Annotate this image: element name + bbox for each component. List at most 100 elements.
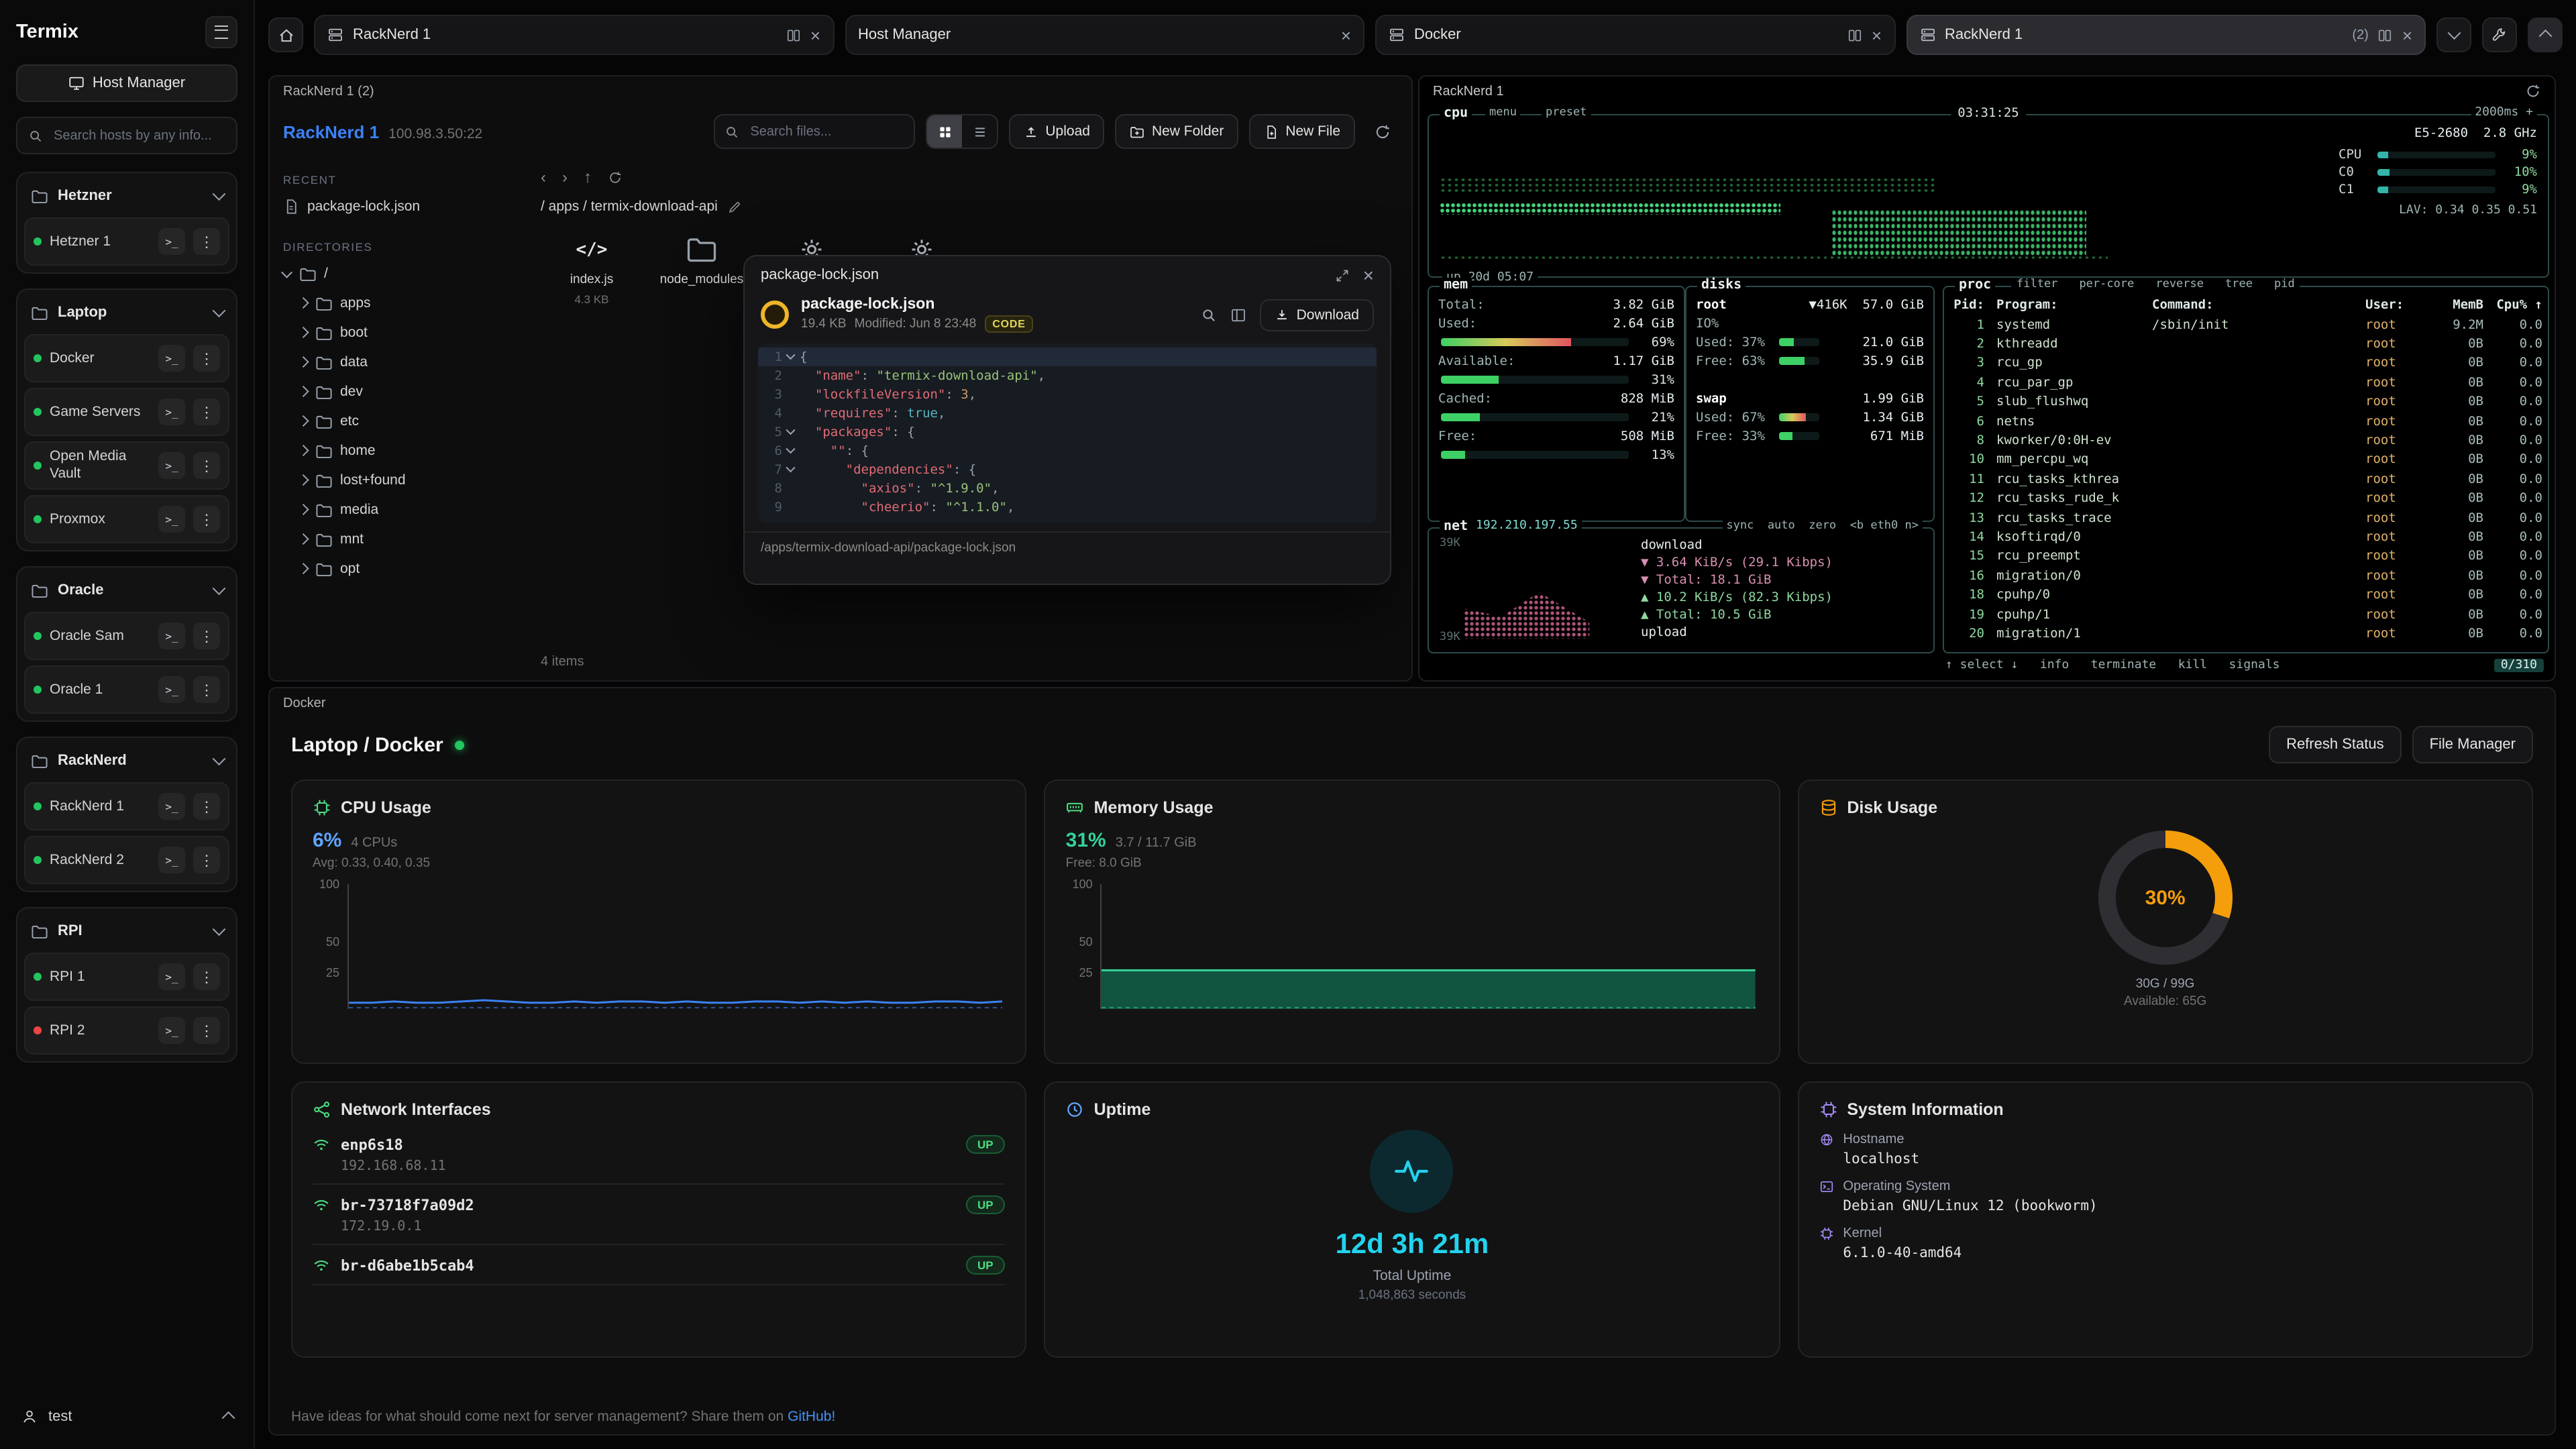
host-group-header[interactable]: RackNerd	[24, 745, 229, 777]
host-menu-button[interactable]: ⋮	[193, 345, 220, 372]
open-terminal-button[interactable]: >_	[158, 452, 185, 479]
tab[interactable]: Host Manager ×	[845, 15, 1364, 55]
proc-option[interactable]: tree	[2225, 278, 2253, 291]
host-menu-button[interactable]: ⋮	[193, 228, 220, 255]
code-view[interactable]: 1{2 "name": "termix-download-api",3 "loc…	[758, 343, 1377, 523]
host-menu-button[interactable]: ⋮	[193, 676, 220, 703]
file-search-input[interactable]	[747, 123, 904, 140]
host-search-input[interactable]	[51, 127, 225, 144]
tab-scroll-down-button[interactable]	[2436, 17, 2471, 52]
open-terminal-button[interactable]: >_	[158, 847, 185, 873]
open-terminal-button[interactable]: >_	[158, 1017, 185, 1044]
file-item[interactable]: </> node_modules	[651, 229, 753, 306]
tab-scroll-up-button[interactable]	[2528, 17, 2563, 52]
open-terminal-button[interactable]: >_	[158, 963, 185, 990]
recent-file-item[interactable]: package-lock.json	[283, 192, 514, 221]
proc-option[interactable]: reverse	[2155, 278, 2204, 291]
btop-preset[interactable]: preset	[1542, 106, 1591, 119]
host-item[interactable]: RackNerd 2 >_ ⋮	[24, 836, 229, 884]
process-row[interactable]: 18 cpuhp/0 root 0B 0.0	[1949, 586, 2542, 605]
process-row[interactable]: 3 rcu_gp root 0B 0.0	[1949, 354, 2542, 374]
file-item[interactable]: </> index.js 4.3 KB	[541, 229, 643, 306]
btop-screen[interactable]: cpu menu preset 03:31:25 2000ms + E5-268…	[1428, 106, 2546, 675]
refresh-icon[interactable]	[608, 170, 623, 184]
open-terminal-button[interactable]: >_	[158, 228, 185, 255]
upload-button[interactable]: Upload	[1009, 114, 1105, 149]
list-view-button[interactable]	[962, 115, 997, 148]
process-row[interactable]: 14 ksoftirqd/0 root 0B 0.0	[1949, 528, 2542, 547]
reconnect-icon[interactable]	[2525, 83, 2541, 99]
process-row[interactable]: 12 rcu_tasks_rude_k root 0B 0.0	[1949, 489, 2542, 508]
refresh-status-button[interactable]: Refresh Status	[2269, 726, 2402, 763]
directory-item[interactable]: opt	[283, 554, 514, 584]
host-item[interactable]: Open Media Vault >_ ⋮	[24, 441, 229, 490]
host-item[interactable]: Docker >_ ⋮	[24, 334, 229, 382]
process-row[interactable]: 8 kworker/0:0H-ev root 0B 0.0	[1949, 431, 2542, 451]
open-terminal-button[interactable]: >_	[158, 506, 185, 533]
grid-view-button[interactable]	[927, 115, 962, 148]
tab-close-icon[interactable]: ×	[1872, 26, 1882, 44]
process-row[interactable]: 19 cpuhp/1 root 0B 0.0	[1949, 605, 2542, 625]
tools-button[interactable]	[2482, 17, 2517, 52]
host-item[interactable]: RPI 2 >_ ⋮	[24, 1006, 229, 1055]
github-link[interactable]: GitHub!	[788, 1409, 835, 1425]
host-group-header[interactable]: RPI	[24, 915, 229, 947]
process-row[interactable]: 4 rcu_par_gp root 0B 0.0	[1949, 373, 2542, 392]
tab[interactable]: RackNerd 1 (2) ×	[1906, 15, 2426, 55]
tab-close-icon[interactable]: ×	[1341, 26, 1351, 44]
host-menu-button[interactable]: ⋮	[193, 398, 220, 425]
edit-path-icon[interactable]	[727, 199, 742, 214]
host-menu-button[interactable]: ⋮	[193, 623, 220, 649]
process-row[interactable]: 15 rcu_preempt root 0B 0.0	[1949, 547, 2542, 566]
host-menu-button[interactable]: ⋮	[193, 452, 220, 479]
host-item[interactable]: RPI 1 >_ ⋮	[24, 953, 229, 1001]
forward-icon[interactable]: ›	[562, 168, 568, 186]
new-file-button[interactable]: New File	[1249, 114, 1355, 149]
process-row[interactable]: 20 migration/1 root 0B 0.0	[1949, 625, 2542, 644]
back-icon[interactable]: ‹	[541, 168, 546, 186]
process-row[interactable]: 1 systemd /sbin/init root 9.2M 0.0	[1949, 315, 2542, 335]
directory-item[interactable]: apps	[283, 288, 514, 318]
host-item[interactable]: Game Servers >_ ⋮	[24, 388, 229, 436]
host-group-header[interactable]: Laptop	[24, 297, 229, 329]
host-item[interactable]: Proxmox >_ ⋮	[24, 495, 229, 543]
process-row[interactable]: 16 migration/0 root 0B 0.0	[1949, 566, 2542, 586]
tab[interactable]: Docker ×	[1375, 15, 1895, 55]
host-menu-button[interactable]: ⋮	[193, 1017, 220, 1044]
directory-item[interactable]: data	[283, 347, 514, 377]
new-folder-button[interactable]: New Folder	[1116, 114, 1238, 149]
user-menu[interactable]: test	[16, 1398, 237, 1436]
directory-item[interactable]: media	[283, 495, 514, 525]
expand-icon[interactable]	[1335, 268, 1350, 282]
split-view-icon[interactable]	[2378, 28, 2393, 42]
tab-close-icon[interactable]: ×	[810, 26, 820, 44]
sidebar-menu-button[interactable]	[205, 16, 237, 48]
split-view-icon[interactable]	[1847, 28, 1862, 42]
root-directory-item[interactable]: /	[283, 259, 514, 288]
tab[interactable]: RackNerd 1 ×	[314, 15, 834, 55]
directory-item[interactable]: dev	[283, 377, 514, 407]
file-search[interactable]	[714, 114, 915, 149]
host-menu-button[interactable]: ⋮	[193, 847, 220, 873]
host-group-header[interactable]: Oracle	[24, 574, 229, 606]
up-directory-icon[interactable]: ↑	[584, 168, 592, 186]
open-terminal-button[interactable]: >_	[158, 623, 185, 649]
open-terminal-button[interactable]: >_	[158, 676, 185, 703]
directory-item[interactable]: lost+found	[283, 466, 514, 495]
host-item[interactable]: RackNerd 1 >_ ⋮	[24, 782, 229, 830]
directory-item[interactable]: etc	[283, 407, 514, 436]
file-manager-button[interactable]: File Manager	[2412, 726, 2533, 763]
interface-row[interactable]: br-d6abe1b5cab4 UP	[313, 1245, 1006, 1285]
layout-icon[interactable]	[1231, 307, 1247, 323]
host-menu-button[interactable]: ⋮	[193, 506, 220, 533]
host-item[interactable]: Oracle 1 >_ ⋮	[24, 665, 229, 714]
host-search[interactable]	[16, 117, 237, 154]
process-row[interactable]: 2 kthreadd root 0B 0.0	[1949, 335, 2542, 354]
open-terminal-button[interactable]: >_	[158, 345, 185, 372]
process-row[interactable]: 11 rcu_tasks_kthrea root 0B 0.0	[1949, 470, 2542, 489]
process-row[interactable]: 13 rcu_tasks_trace root 0B 0.0	[1949, 508, 2542, 528]
process-row[interactable]: 5 slub_flushwq root 0B 0.0	[1949, 392, 2542, 412]
refresh-button[interactable]	[1366, 115, 1398, 148]
search-icon[interactable]	[1201, 307, 1218, 323]
proc-option[interactable]: per-core	[2079, 278, 2134, 291]
